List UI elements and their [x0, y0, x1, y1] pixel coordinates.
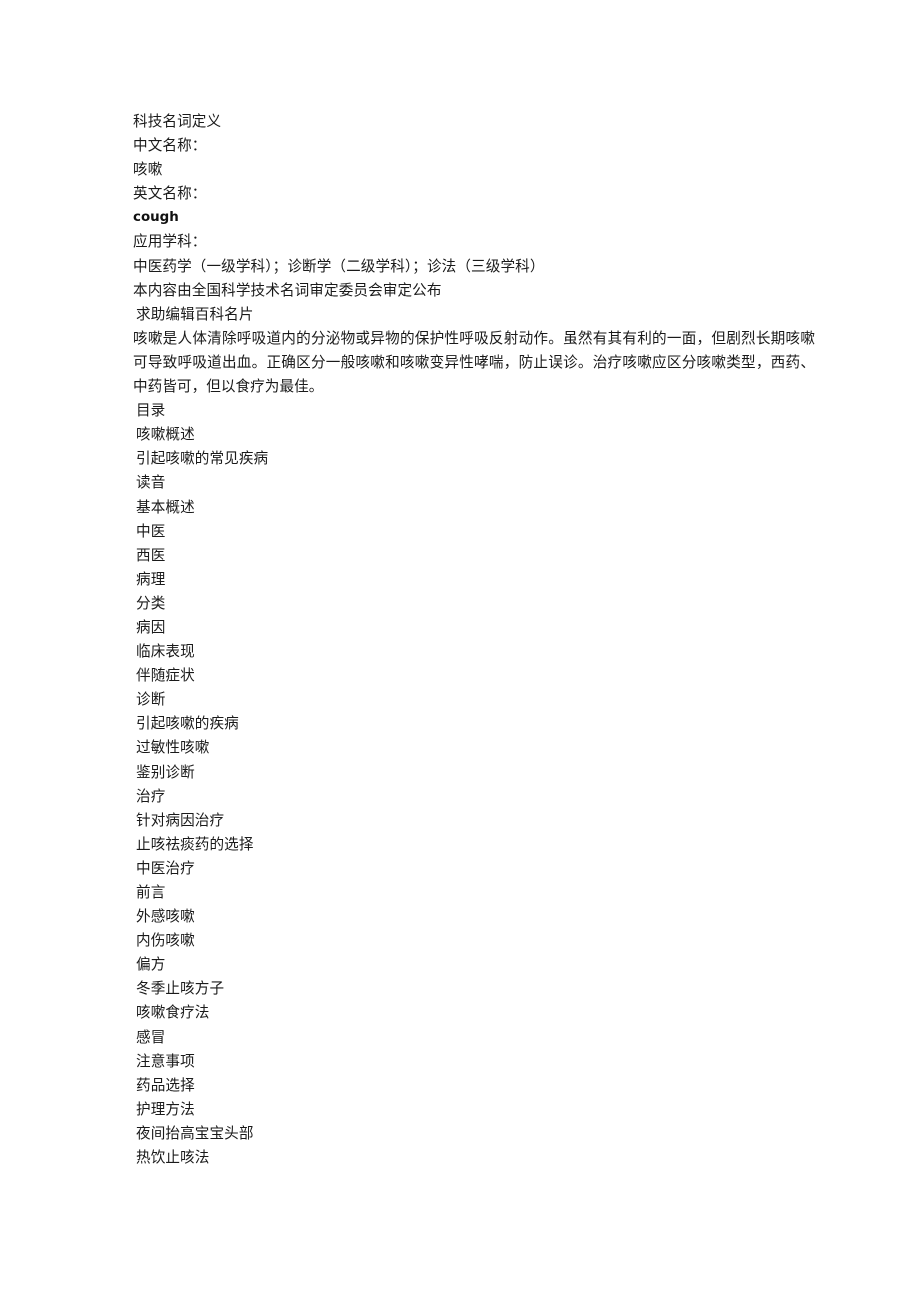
field-value-english-name: cough — [133, 210, 179, 226]
document-body: 科技名词定义 中文名称： 咳嗽 英文名称： cough 应用学科： 中医药学（一… — [133, 110, 823, 1170]
toc-item[interactable]: 热饮止咳法 — [136, 1146, 823, 1170]
field-label-english-name: 英文名称： — [133, 185, 207, 203]
toc-item[interactable]: 分类 — [136, 592, 823, 616]
toc-item[interactable]: 中医治疗 — [136, 857, 823, 881]
table-of-contents: 咳嗽概述 引起咳嗽的常见疾病 读音 基本概述 中医 西医 病理 分类 病因 临床… — [133, 423, 823, 1170]
toc-item[interactable]: 西医 — [136, 544, 823, 568]
toc-item[interactable]: 注意事项 — [136, 1050, 823, 1074]
field-label-subject: 应用学科： — [133, 233, 207, 251]
toc-item[interactable]: 感冒 — [136, 1026, 823, 1050]
toc-item[interactable]: 针对病因治疗 — [136, 809, 823, 833]
toc-heading: 目录 — [136, 402, 166, 420]
field-value-chinese-name: 咳嗽 — [133, 161, 163, 179]
toc-item[interactable]: 夜间抬高宝宝头部 — [136, 1122, 823, 1146]
toc-item[interactable]: 病因 — [136, 616, 823, 640]
toc-item[interactable]: 止咳祛痰药的选择 — [136, 833, 823, 857]
toc-item[interactable]: 伴随症状 — [136, 664, 823, 688]
toc-item[interactable]: 鉴别诊断 — [136, 761, 823, 785]
toc-item[interactable]: 临床表现 — [136, 640, 823, 664]
toc-item[interactable]: 诊断 — [136, 688, 823, 712]
toc-item[interactable]: 基本概述 — [136, 496, 823, 520]
toc-item[interactable]: 外感咳嗽 — [136, 905, 823, 929]
toc-item[interactable]: 引起咳嗽的疾病 — [136, 712, 823, 736]
field-label-chinese-name: 中文名称： — [133, 137, 207, 155]
toc-item[interactable]: 治疗 — [136, 785, 823, 809]
toc-item[interactable]: 内伤咳嗽 — [136, 929, 823, 953]
approval-notice: 本内容由全国科学技术名词审定委员会审定公布 — [133, 281, 442, 299]
toc-item[interactable]: 过敏性咳嗽 — [136, 736, 823, 760]
toc-item[interactable]: 咳嗽概述 — [136, 423, 823, 447]
field-value-subject: 中医药学（一级学科）；诊断学（二级学科）；诊法（三级学科） — [133, 257, 545, 275]
toc-item[interactable]: 中医 — [136, 520, 823, 544]
intro-paragraph: 咳嗽是人体清除呼吸道内的分泌物或异物的保护性呼吸反射动作。虽然有其有利的一面，但… — [133, 329, 815, 396]
toc-item[interactable]: 药品选择 — [136, 1074, 823, 1098]
edit-card-link[interactable]: 求助编辑百科名片 — [136, 303, 823, 327]
toc-item[interactable]: 病理 — [136, 568, 823, 592]
toc-item[interactable]: 读音 — [136, 471, 823, 495]
term-definition-heading: 科技名词定义 — [133, 113, 222, 130]
document-page: 科技名词定义 中文名称： 咳嗽 英文名称： cough 应用学科： 中医药学（一… — [0, 0, 920, 1302]
toc-item[interactable]: 偏方 — [136, 953, 823, 977]
toc-item[interactable]: 冬季止咳方子 — [136, 977, 823, 1001]
toc-item[interactable]: 护理方法 — [136, 1098, 823, 1122]
toc-item[interactable]: 咳嗽食疗法 — [136, 1001, 823, 1025]
toc-item[interactable]: 前言 — [136, 881, 823, 905]
toc-item[interactable]: 引起咳嗽的常见疾病 — [136, 447, 823, 471]
